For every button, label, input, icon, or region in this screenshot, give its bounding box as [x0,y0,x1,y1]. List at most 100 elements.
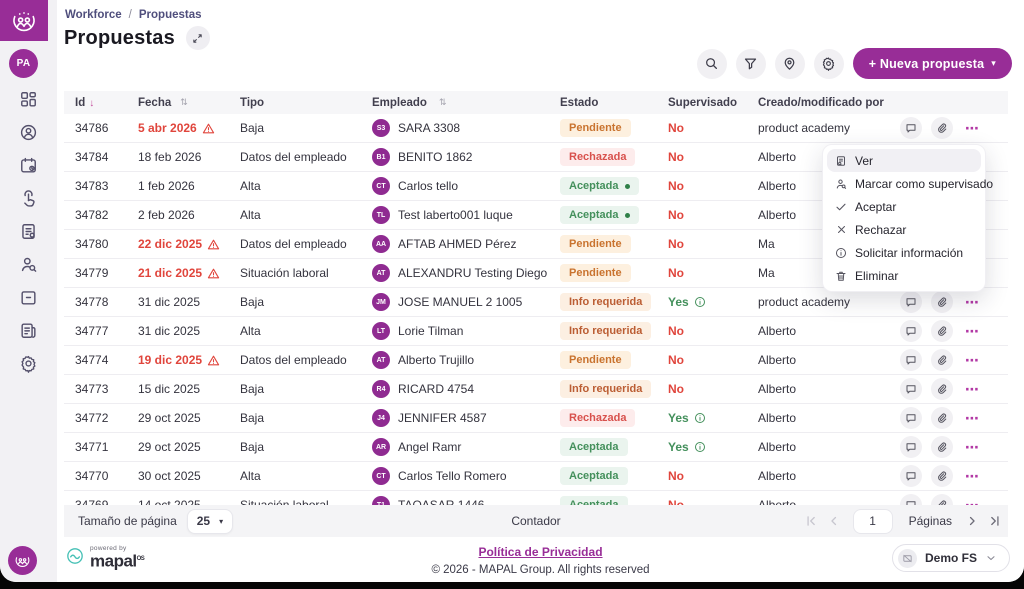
tenant-select[interactable]: Demo FS [892,544,1010,572]
search-button[interactable] [697,49,727,79]
header-supervisado[interactable]: Supervisado [668,97,758,109]
sidebar-item-calendar[interactable] [14,156,44,175]
row-menu-button[interactable]: ⋯ [965,123,980,133]
cell-id: 34772 [64,411,138,425]
sort-icon: ⇅ [439,97,447,108]
row-menu-button[interactable]: ⋯ [965,442,980,452]
status-badge: Info requerida [560,380,651,398]
cell-empleado: B1 BENITO 1862 [372,148,560,166]
cell-supervisado: No [668,237,758,251]
breadcrumb-propuestas[interactable]: Propuestas [139,9,202,21]
last-page-button[interactable] [988,514,1002,528]
prev-page-button[interactable] [827,514,841,528]
cell-id: 34778 [64,295,138,309]
row-menu-button[interactable]: ⋯ [965,413,980,423]
menu-item-marcar-supervisado[interactable]: Marcar como supervisado [827,172,981,195]
sidebar-item-people-search[interactable] [14,255,44,274]
header-id[interactable]: Id↓ [64,97,138,109]
paperclip-icon [936,412,948,424]
comment-button[interactable] [900,378,922,400]
settings-button[interactable] [814,49,844,79]
gear-icon [821,56,836,71]
employee-avatar: AT [372,351,390,369]
sidebar-item-profile[interactable] [14,123,44,142]
cell-supervisado: Yes [668,440,758,454]
header-tipo[interactable]: Tipo [240,97,372,109]
comment-button[interactable] [900,436,922,458]
menu-item-ver[interactable]: Ver [827,149,981,172]
sidebar-item-reports[interactable] [14,321,44,340]
attachment-button[interactable] [931,291,953,313]
table-row[interactable]: 34769 14 oct 2025 Situación laboral T1 T… [64,491,1008,505]
comment-button[interactable] [900,407,922,429]
archive-icon [19,288,38,307]
menu-item-eliminar[interactable]: Eliminar [827,264,981,287]
cell-fecha: 15 dic 2025 [138,382,240,396]
header-empleado[interactable]: Empleado⇅ [372,97,560,109]
row-menu-button[interactable]: ⋯ [965,355,980,365]
supervised-info-icon[interactable] [694,441,706,453]
table-row[interactable]: 34773 15 dic 2025 Baja R4 RICARD 4754 In… [64,375,1008,404]
comment-button[interactable] [900,494,922,505]
menu-item-aceptar[interactable]: Aceptar [827,195,981,218]
menu-item-rechazar[interactable]: Rechazar [827,218,981,241]
filter-button[interactable] [736,49,766,79]
comment-button[interactable] [900,320,922,342]
attachment-button[interactable] [931,117,953,139]
sidebar-item-archive[interactable] [14,288,44,307]
table-row[interactable]: 34786 5 abr 2026 Baja S3 SARA 3308 Pendi… [64,114,1008,143]
table-row[interactable]: 34772 29 oct 2025 Baja J4 JENNIFER 4587 … [64,404,1008,433]
menu-item-solicitar-informacion[interactable]: Solicitar información [827,241,981,264]
row-menu-button[interactable]: ⋯ [965,297,980,307]
attachment-button[interactable] [931,320,953,342]
comment-button[interactable] [900,349,922,371]
attachment-button[interactable] [931,436,953,458]
table-row[interactable]: 34777 31 dic 2025 Alta LT Lorie Tilman I… [64,317,1008,346]
row-menu-button[interactable]: ⋯ [965,384,980,394]
cell-fecha: 22 dic 2025 [138,237,240,251]
user-avatar[interactable]: PA [9,49,38,78]
breadcrumb-workforce[interactable]: Workforce [65,9,122,21]
sidebar-item-dashboard[interactable] [14,90,44,109]
comment-icon [905,354,917,366]
location-button[interactable] [775,49,805,79]
status-badge: Aceptada [560,177,639,195]
supervised-info-icon[interactable] [694,412,706,424]
sidebar-item-documents[interactable] [14,222,44,241]
privacy-policy-link[interactable]: Política de Privacidad [478,545,602,559]
comment-button[interactable] [900,291,922,313]
table-row[interactable]: 34770 30 oct 2025 Alta CT Carlos Tello R… [64,462,1008,491]
cell-actions: ⋯ [900,465,1008,487]
first-page-button[interactable] [804,514,818,528]
new-proposal-button[interactable]: + Nueva propuesta ▾ [853,48,1012,79]
table-row[interactable]: 34778 31 dic 2025 Baja JM JOSE MANUEL 2 … [64,288,1008,317]
table-row[interactable]: 34771 29 oct 2025 Baja AR Angel Ramr Ace… [64,433,1008,462]
header-estado[interactable]: Estado [560,97,668,109]
header-creado[interactable]: Creado/modificado por [758,97,900,109]
mapal-circle-logo[interactable] [8,546,37,575]
status-badge: Pendiente [560,351,631,369]
row-menu-button[interactable]: ⋯ [965,471,980,481]
row-menu-button[interactable]: ⋯ [965,326,980,336]
attachment-button[interactable] [931,378,953,400]
sidebar-item-tap[interactable] [14,189,44,208]
workforce-logo[interactable] [0,0,48,41]
sidebar-item-settings[interactable] [14,354,44,373]
table-row[interactable]: 34774 19 dic 2025 Datos del empleado AT … [64,346,1008,375]
supervised-info-icon[interactable] [694,296,706,308]
attachment-button[interactable] [931,407,953,429]
cell-estado: Pendiente [560,119,668,137]
page-size-select[interactable]: 25 ▾ [187,509,233,534]
comment-button[interactable] [900,465,922,487]
header-fecha[interactable]: Fecha⇅ [138,97,240,109]
attachment-button[interactable] [931,465,953,487]
next-page-button[interactable] [965,514,979,528]
paperclip-icon [936,383,948,395]
page-number-input[interactable] [853,509,893,534]
cell-id: 34786 [64,121,138,135]
comment-button[interactable] [900,117,922,139]
attachment-button[interactable] [931,494,953,505]
cell-creado: Alberto [758,411,900,425]
attachment-button[interactable] [931,349,953,371]
expand-button[interactable] [186,26,210,50]
